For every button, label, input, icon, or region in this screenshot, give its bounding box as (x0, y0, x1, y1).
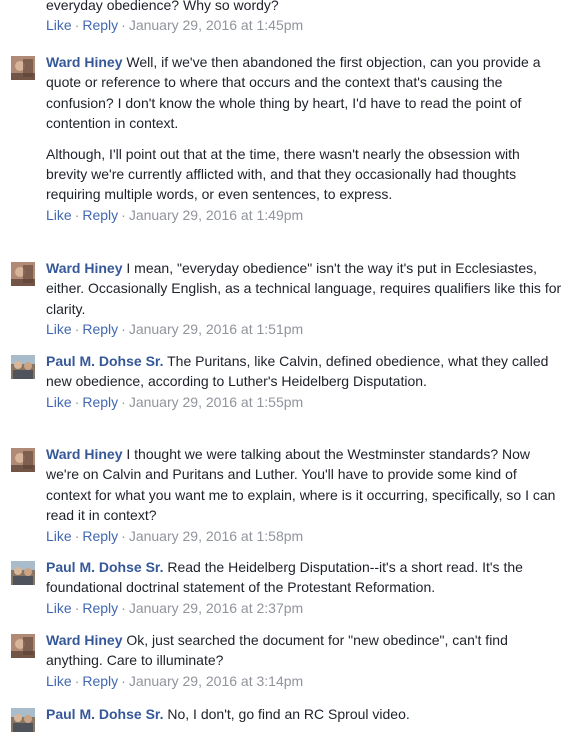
timestamp[interactable]: January 29, 2016 at 1:45pm (129, 17, 303, 33)
timestamp[interactable]: January 29, 2016 at 1:55pm (129, 394, 303, 410)
paragraph-text: Although, I'll point out that at the tim… (46, 145, 520, 203)
previous-comment-fragment: everyday obedience? Why so wordy? Like · R… (46, 0, 561, 35)
author-name[interactable]: Paul M. Dohse Sr. (46, 706, 163, 722)
avatar[interactable] (11, 708, 35, 732)
separator-dot: · (121, 527, 126, 544)
author-name[interactable]: Ward Hiney (46, 632, 123, 648)
paragraph-text: I thought we were talking about the West… (46, 446, 556, 524)
author-name[interactable]: Paul M. Dohse Sr. (46, 559, 163, 575)
comment-paragraph: Paul M. Dohse Sr. Read the Heidelberg Di… (46, 557, 564, 598)
paragraph-text: I mean, "everyday obedience" isn't the w… (46, 260, 562, 317)
author-name[interactable]: Ward Hiney (46, 446, 123, 462)
comment-text: Ward Hiney Ok, just searched the documen… (46, 630, 564, 671)
separator-dot: · (121, 17, 126, 33)
comment-actions: Like · Reply · January 29, 2016 at 1:51pm (46, 319, 564, 339)
comment-paragraph: Although, I'll point out that at the tim… (46, 144, 564, 205)
comment-body: Ward Hiney I mean, "everyday obedience" … (46, 258, 564, 339)
comment-body: Ward Hiney Ok, just searched the documen… (46, 630, 564, 691)
comment-text: Paul M. Dohse Sr. The Puritans, like Cal… (46, 351, 564, 392)
reply-link[interactable]: Reply (82, 600, 118, 616)
comment-paragraph: Ward Hiney I mean, "everyday obedience" … (46, 258, 564, 319)
like-link[interactable]: Like (46, 394, 72, 410)
reply-link[interactable]: Reply (82, 673, 118, 689)
timestamp[interactable]: January 29, 2016 at 1:49pm (129, 207, 303, 223)
like-link[interactable]: Like (46, 673, 72, 689)
like-link[interactable]: Like (46, 207, 72, 223)
comment-actions: Like · Reply · January 29, 2016 at 1:58pm (46, 526, 564, 546)
like-link[interactable]: Like (46, 600, 72, 616)
comment-actions: Like · Reply · January 29, 2016 at 2:37pm (46, 598, 564, 618)
avatar[interactable] (11, 262, 35, 286)
author-name[interactable]: Ward Hiney (46, 260, 123, 276)
like-link[interactable]: Like (46, 321, 72, 337)
comment-actions: Like · Reply · January 29, 2016 at 1:49pm (46, 205, 564, 225)
reply-link[interactable]: Reply (82, 17, 118, 33)
comment-body: Ward Hiney I thought we were talking abo… (46, 444, 564, 546)
separator-dot: · (121, 206, 126, 223)
comment-actions: Like · Reply · January 29, 2016 at 1:55pm (46, 392, 564, 412)
comment-text: everyday obedience? Why so wordy? (46, 0, 279, 13)
avatar[interactable] (11, 448, 35, 472)
comment-text: Paul M. Dohse Sr. No, I don't, go find a… (46, 704, 564, 724)
avatar[interactable] (11, 355, 35, 379)
comment-paragraph: Paul M. Dohse Sr. No, I don't, go find a… (46, 704, 564, 724)
comment-body: Ward Hiney Well, if we've then abandoned… (46, 52, 564, 225)
separator-dot: · (121, 672, 126, 689)
separator-dot: · (74, 672, 80, 689)
separator-dot: · (74, 206, 80, 223)
separator-dot: · (74, 599, 80, 616)
avatar[interactable] (11, 56, 35, 80)
author-name[interactable]: Ward Hiney (46, 54, 123, 70)
avatar[interactable] (11, 634, 35, 658)
like-link[interactable]: Like (46, 17, 72, 33)
comment-text: Ward Hiney Well, if we've then abandoned… (46, 52, 564, 205)
comment-body: Paul M. Dohse Sr. Read the Heidelberg Di… (46, 557, 564, 618)
timestamp[interactable]: January 29, 2016 at 2:37pm (129, 600, 303, 616)
separator-dot: · (74, 527, 80, 544)
comment-paragraph: Ward Hiney I thought we were talking abo… (46, 444, 564, 526)
comment-paragraph: Ward Hiney Ok, just searched the documen… (46, 630, 564, 671)
separator-dot: · (74, 17, 80, 33)
separator-dot: · (74, 393, 80, 410)
like-link[interactable]: Like (46, 528, 72, 544)
reply-link[interactable]: Reply (82, 207, 118, 223)
comment-text: Ward Hiney I mean, "everyday obedience" … (46, 258, 564, 319)
timestamp[interactable]: January 29, 2016 at 3:14pm (129, 673, 303, 689)
comment-text: Ward Hiney I thought we were talking abo… (46, 444, 564, 526)
separator-dot: · (74, 321, 80, 338)
timestamp[interactable]: January 29, 2016 at 1:51pm (129, 321, 303, 337)
comment-actions: Like · Reply · January 29, 2016 at 3:14pm (46, 671, 564, 691)
separator-dot: · (121, 393, 126, 410)
separator-dot: · (121, 599, 126, 616)
reply-link[interactable]: Reply (82, 321, 118, 337)
comment-body: Paul M. Dohse Sr. No, I don't, go find a… (46, 704, 564, 724)
avatar[interactable] (11, 561, 35, 585)
comment-text: Paul M. Dohse Sr. Read the Heidelberg Di… (46, 557, 564, 598)
timestamp[interactable]: January 29, 2016 at 1:58pm (129, 528, 303, 544)
reply-link[interactable]: Reply (82, 528, 118, 544)
comment-body: Paul M. Dohse Sr. The Puritans, like Cal… (46, 351, 564, 412)
comment-paragraph: Ward Hiney Well, if we've then abandoned… (46, 52, 564, 134)
separator-dot: · (121, 321, 126, 338)
comment-paragraph: Paul M. Dohse Sr. The Puritans, like Cal… (46, 351, 564, 392)
reply-link[interactable]: Reply (82, 394, 118, 410)
paragraph-text: No, I don't, go find an RC Sproul video. (167, 706, 410, 722)
comment-actions: Like · Reply · January 29, 2016 at 1:45pm (46, 15, 561, 35)
author-name[interactable]: Paul M. Dohse Sr. (46, 353, 163, 369)
